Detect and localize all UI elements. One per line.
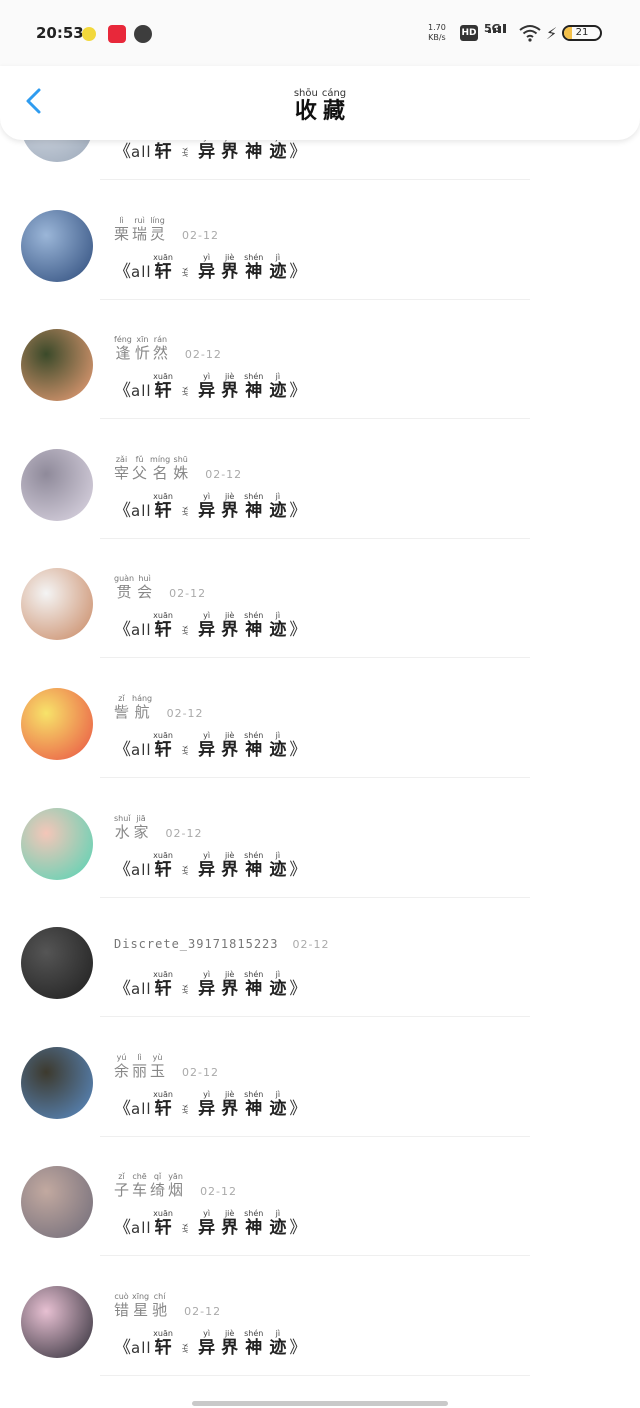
avatar[interactable]	[21, 688, 93, 760]
avatar[interactable]	[21, 927, 93, 1000]
list-item[interactable]: 水shuǐ家jiā 02-12 《all轩xuānꉂ 异yì界jiè神shén迹jì》	[0, 778, 640, 898]
top-app-bar: 收shōu藏cáng	[0, 66, 640, 140]
story-title[interactable]: 《all轩xuānꉂ异yì界jiè神shén迹jì》	[114, 492, 306, 521]
list-item[interactable]: 逢féng忻xīn然rán 02-12 《all轩xuānꉂ 异yì界jiè神shén…	[0, 299, 640, 420]
charging-icon: ⚡	[546, 24, 558, 43]
author-name[interactable]: 错cuò星xīng驰chí	[114, 1292, 170, 1319]
list-item[interactable]: 余yú丽lì玉yù 02-12 《all轩xuānꉂ 异yì界jiè神shén迹jì》	[0, 1017, 640, 1137]
list-item[interactable]: Discrete_39171815223 02-12 《all轩xuānꉂ 异yì界j…	[0, 897, 640, 1018]
story-title[interactable]: 《all轩xuānꉂ异yì界jiè神shén迹jì》	[114, 372, 306, 401]
status-bar: 20:53 1.70 KB/s HD 5G ⚡ 21	[0, 0, 640, 66]
status-time: 20:53	[36, 24, 84, 42]
author-name[interactable]: 宰zǎi父fǔ名míng姝shū	[114, 455, 191, 482]
list-item[interactable]: 訾zǐ航háng 02-12 《all轩xuānꉂ 异yì界jiè神shén迹jì》	[0, 658, 640, 778]
network-speed: 1.70 KB/s	[428, 23, 446, 42]
list-item[interactable]: 贯guàn会huì 02-12 《all轩xuānꉂ 异yì界jiè神shén迹jì》	[0, 538, 640, 659]
author-name[interactable]: 逢féng忻xīn然rán	[114, 335, 171, 362]
avatar[interactable]	[21, 1286, 93, 1358]
notification-app-icon	[82, 27, 96, 41]
post-date: 02-12	[182, 228, 220, 242]
author-line: 訾zǐ航háng 02-12	[114, 694, 204, 724]
avatar[interactable]	[21, 329, 93, 402]
story-title[interactable]: 《all轩xuānꉂ异yì界jiè神shén迹jì》	[114, 1329, 306, 1358]
author-name[interactable]: 余yú丽lì玉yù	[114, 1053, 168, 1080]
wechat-icon	[134, 25, 152, 43]
post-date: 02-12	[184, 348, 222, 362]
author-line: Discrete_39171815223 02-12	[114, 933, 329, 963]
author-line: 子zǐ车chē绮qǐ烟yān 02-12	[114, 1172, 237, 1202]
avatar[interactable]	[21, 1046, 93, 1119]
post-date: 02-12	[165, 826, 203, 840]
post-date: 02-12	[166, 707, 204, 720]
page-title: 收shōu藏cáng	[293, 88, 347, 124]
author-line: 余yú丽lì玉yù 02-12	[114, 1053, 219, 1083]
post-date: 02-12	[292, 938, 330, 952]
post-date: 02-12	[182, 1065, 220, 1079]
wifi-icon	[519, 25, 541, 42]
avatar[interactable]	[21, 807, 93, 880]
story-title[interactable]: 《all轩xuānꉂ异yì界jiè神shén迹jì》	[114, 970, 306, 999]
story-title[interactable]: 《all轩xuānꉂ异yì界jiè神shén迹jì》	[114, 1209, 306, 1238]
author-line: 贯guàn会huì 02-12	[114, 574, 206, 604]
author-line: 宰zǎi父fǔ名míng姝shū 02-12	[114, 455, 242, 485]
post-date: 02-12	[205, 467, 243, 481]
avatar[interactable]	[21, 1166, 93, 1239]
notification-app-icon	[108, 25, 126, 43]
list-item[interactable]: 栗lì瑞ruì灵líng 02-12 《all轩xuānꉂ 异yì界jiè神shén迹…	[0, 180, 640, 300]
story-title[interactable]: 《all轩xuānꉂ异yì界jiè神shén迹jì》	[114, 731, 306, 760]
author-line: 逢féng忻xīn然rán 02-12	[114, 335, 222, 365]
post-date: 02-12	[184, 1305, 222, 1318]
author-line: 错cuò星xīng驰chí 02-12	[114, 1292, 221, 1322]
author-line: 水shuǐ家jiā 02-12	[114, 814, 203, 844]
list-item[interactable]: 子zǐ车chē绮qǐ烟yān 02-12 《all轩xuānꉂ 异yì界jiè神shé…	[0, 1136, 640, 1257]
author-name[interactable]: 栗lì瑞ruì灵líng	[114, 216, 168, 243]
post-date: 02-12	[169, 587, 207, 601]
battery-icon: 21	[562, 25, 602, 41]
author-name[interactable]: 水shuǐ家jiā	[114, 814, 152, 841]
hd-icon: HD	[460, 25, 478, 41]
author-name[interactable]: Discrete_39171815223	[114, 937, 279, 951]
avatar[interactable]	[21, 209, 93, 282]
author-name[interactable]: 子zǐ车chē绮qǐ烟yān	[114, 1172, 186, 1199]
list-item[interactable]: 宰zǎi父fǔ名míng姝shū 02-12 《all轩xuānꉂ 异yì界jiè神s…	[0, 419, 640, 539]
story-title[interactable]: 《all轩xuānꉂ异yì界jiè神shén迹jì》	[114, 851, 306, 880]
home-indicator[interactable]	[192, 1401, 448, 1406]
divider	[100, 1375, 530, 1376]
story-title[interactable]: 《all轩xuānꉂ异yì界jiè神shén迹jì》	[114, 253, 306, 282]
story-title[interactable]: 《all轩xuānꉂ异yì界jiè神shén迹jì》	[114, 1090, 306, 1119]
avatar[interactable]	[21, 568, 93, 641]
post-date: 02-12	[200, 1185, 238, 1199]
author-name[interactable]: 訾zǐ航háng	[114, 694, 153, 721]
avatar[interactable]	[21, 448, 93, 521]
author-line: 栗lì瑞ruì灵líng 02-12	[114, 216, 219, 246]
author-name[interactable]: 贯guàn会huì	[114, 574, 155, 601]
story-title[interactable]: 《all轩xuānꉂ异yì界jiè神shén迹jì》	[114, 611, 306, 640]
list-item[interactable]: 错cuò星xīng驰chí 02-12 《all轩xuānꉂ 异yì界jiè神shén…	[0, 1256, 640, 1376]
